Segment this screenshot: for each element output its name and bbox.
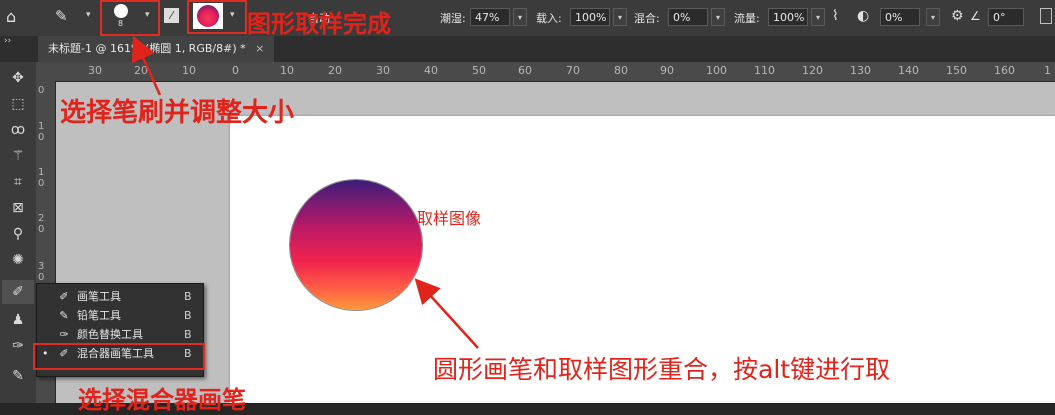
flyout-item-label: 铅笔工具 (77, 309, 121, 322)
flyout-item-shortcut: B (184, 309, 192, 322)
flyout-item-shortcut: B (184, 328, 192, 341)
mixer-brush-highlight (33, 343, 205, 370)
color-replace-icon: ✑ (59, 328, 69, 341)
flyout-item-brush[interactable]: ✐ 画笔工具 B (37, 288, 203, 306)
arrow-to-brush-picker (131, 35, 162, 96)
flyout-item-shortcut: B (184, 290, 192, 303)
arrow-to-circle (414, 278, 479, 349)
flyout-item-label: 颜色替换工具 (77, 328, 143, 341)
flyout-item-color-replace[interactable]: ✑ 颜色替换工具 B (37, 326, 203, 344)
pencil-icon: ✎ (59, 309, 69, 322)
flyout-item-label: 画笔工具 (77, 290, 121, 303)
brush-icon: ✐ (59, 290, 69, 303)
flyout-item-pencil[interactable]: ✎ 铅笔工具 B (37, 307, 203, 325)
